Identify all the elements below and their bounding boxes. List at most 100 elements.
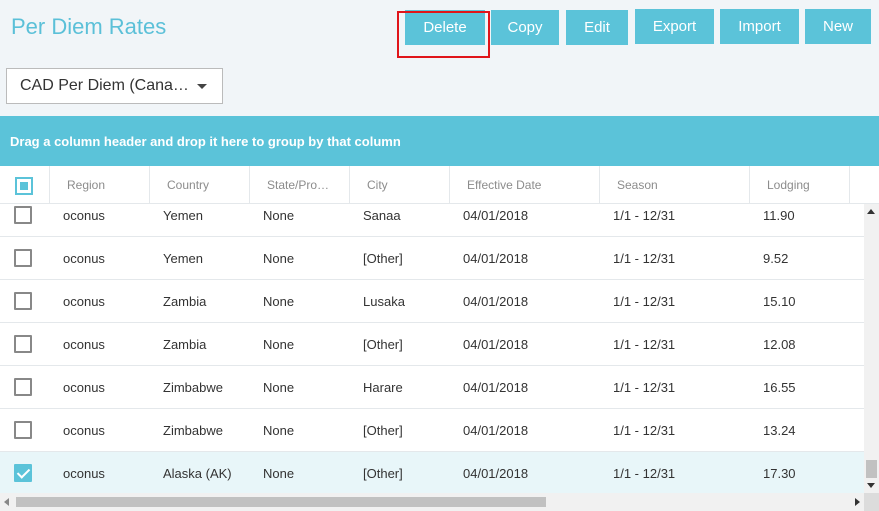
cell-city: [Other] [363,466,403,481]
table-row[interactable]: oconus Zambia None Lusaka 04/01/2018 1/1… [0,280,864,323]
import-button[interactable]: Import [720,9,799,44]
table-row[interactable]: oconus Yemen None Sanaa 04/01/2018 1/1 -… [0,204,864,237]
per-diem-table-select[interactable]: CAD Per Diem (Cana… [6,68,223,104]
cell-region: oconus [63,251,105,266]
grid-body: oconus Yemen None Sanaa 04/01/2018 1/1 -… [0,204,864,493]
column-header-label: Effective Date [467,178,542,192]
cell-lodging: 15.10 [763,294,796,309]
row-checkbox[interactable] [14,335,32,353]
cell-season: 1/1 - 12/31 [613,208,676,223]
cell-season: 1/1 - 12/31 [613,380,676,395]
cell-country: Yemen [163,251,203,266]
cell-state: None [263,294,295,309]
cell-region: oconus [63,294,105,309]
cell-country: Zambia [163,337,207,352]
cell-city: Harare [363,380,403,395]
column-header-city[interactable]: City [350,166,450,204]
cell-season: 1/1 - 12/31 [613,337,676,352]
cell-effective-date: 04/01/2018 [463,466,529,481]
column-header-country[interactable]: Country [150,166,250,204]
cell-state: None [263,423,295,438]
cell-effective-date: 04/01/2018 [463,294,529,309]
copy-button[interactable]: Copy [491,10,559,45]
cell-region: oconus [63,208,105,223]
toolbar: Delete Copy Edit Export Import New [0,9,879,58]
row-checkbox[interactable] [14,378,32,396]
row-checkbox[interactable] [14,292,32,310]
cell-city: [Other] [363,251,403,266]
cell-lodging: 11.90 [763,208,795,223]
edit-button[interactable]: Edit [566,10,628,45]
cell-season: 1/1 - 12/31 [613,466,676,481]
cell-region: oconus [63,337,105,352]
cell-state: None [263,380,295,395]
vertical-scroll-thumb[interactable] [866,460,877,478]
cell-lodging: 17.30 [763,466,796,481]
group-by-hint: Drag a column header and drop it here to… [10,133,401,149]
column-header-lodging[interactable]: Lodging [750,166,850,204]
cell-state: None [263,337,295,352]
select-all-checkbox[interactable] [15,177,33,195]
cell-state: None [263,208,295,223]
group-by-drop-zone[interactable]: Drag a column header and drop it here to… [0,116,879,166]
column-header-label: Region [67,178,106,192]
scroll-right-arrow-icon[interactable] [855,498,860,506]
cell-country: Zambia [163,294,207,309]
cell-city: Lusaka [363,294,405,309]
cell-season: 1/1 - 12/31 [613,251,676,266]
cell-effective-date: 04/01/2018 [463,251,529,266]
scroll-up-arrow-icon[interactable] [867,209,875,214]
column-header-season[interactable]: Season [600,166,750,204]
cell-effective-date: 04/01/2018 [463,423,529,438]
scroll-left-arrow-icon[interactable] [4,498,9,506]
export-button[interactable]: Export [635,9,714,44]
grid-header: Region Country State/Pro… City Effective… [0,166,879,204]
cell-region: oconus [63,380,105,395]
table-row-selected[interactable]: oconus Alaska (AK) None [Other] 04/01/20… [0,452,864,493]
column-header-label: Season [617,178,658,192]
cell-city: Sanaa [363,208,401,223]
column-header-region[interactable]: Region [50,166,150,204]
horizontal-scrollbar[interactable] [0,493,864,511]
cell-effective-date: 04/01/2018 [463,380,529,395]
row-checkbox[interactable] [14,249,32,267]
row-checkbox[interactable] [14,421,32,439]
cell-region: oconus [63,423,105,438]
cell-effective-date: 04/01/2018 [463,208,529,223]
cell-state: None [263,466,295,481]
select-all-cell [0,166,50,204]
cell-country: Zimbabwe [163,423,223,438]
table-row[interactable]: oconus Zimbabwe None Harare 04/01/2018 1… [0,366,864,409]
vertical-scrollbar[interactable] [864,204,879,493]
cell-country: Alaska (AK) [163,466,232,481]
table-row[interactable]: oconus Zambia None [Other] 04/01/2018 1/… [0,323,864,366]
column-header-label: Lodging [767,178,810,192]
cell-city: [Other] [363,423,403,438]
column-header-label: State/Pro… [267,178,330,192]
scroll-down-arrow-icon[interactable] [867,483,875,488]
cell-lodging: 16.55 [763,380,796,395]
per-diem-table-select-value: CAD Per Diem (Cana… [20,77,189,94]
column-header-label: Country [167,178,210,192]
row-checkbox[interactable] [14,206,32,224]
cell-city: [Other] [363,337,403,352]
delete-button[interactable]: Delete [405,10,485,45]
caret-down-icon [197,84,207,89]
cell-lodging: 12.08 [763,337,796,352]
table-row[interactable]: oconus Yemen None [Other] 04/01/2018 1/1… [0,237,864,280]
cell-effective-date: 04/01/2018 [463,337,529,352]
cell-lodging: 9.52 [763,251,789,266]
column-header-label: City [367,178,388,192]
horizontal-scroll-thumb[interactable] [16,497,546,507]
column-header-effective-date[interactable]: Effective Date [450,166,600,204]
cell-season: 1/1 - 12/31 [613,294,676,309]
column-header-state[interactable]: State/Pro… [250,166,350,204]
cell-lodging: 13.24 [763,423,796,438]
scrollbar-corner [864,493,879,511]
cell-state: None [263,251,295,266]
cell-country: Yemen [163,208,203,223]
row-checkbox-checked[interactable] [14,464,32,482]
new-button[interactable]: New [805,9,871,44]
table-row[interactable]: oconus Zimbabwe None [Other] 04/01/2018 … [0,409,864,452]
cell-region: oconus [63,466,105,481]
